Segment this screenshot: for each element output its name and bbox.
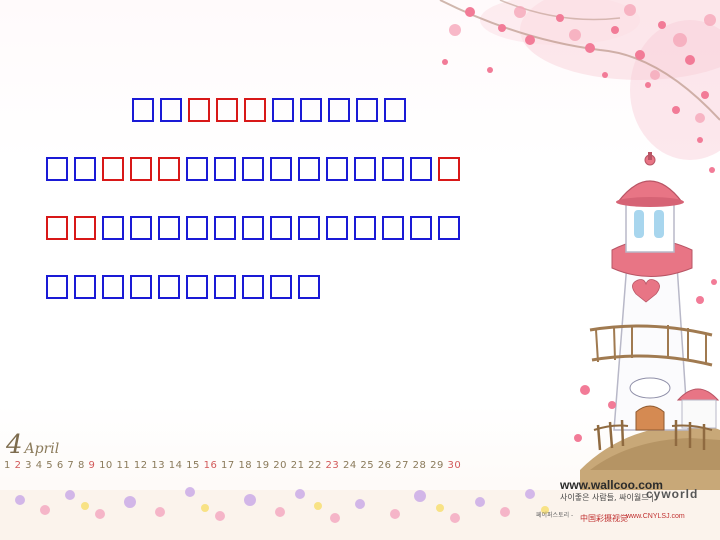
blue-glyph-box xyxy=(356,98,378,122)
blue-glyph-box xyxy=(354,216,376,240)
text-line xyxy=(46,157,516,191)
blue-glyph-box xyxy=(326,157,348,181)
blue-glyph-box xyxy=(354,157,376,181)
blue-glyph-box xyxy=(300,98,322,122)
red-glyph-box xyxy=(158,157,180,181)
blue-glyph-box xyxy=(214,216,236,240)
blue-glyph-box xyxy=(270,275,292,299)
blue-glyph-box xyxy=(298,275,320,299)
blue-glyph-box xyxy=(382,157,404,181)
calendar-month: 4 April xyxy=(6,430,59,460)
blue-glyph-box xyxy=(130,275,152,299)
text-line xyxy=(46,216,516,250)
blue-glyph-box xyxy=(384,98,406,122)
blue-glyph-box xyxy=(186,157,208,181)
blue-glyph-box xyxy=(46,157,68,181)
watermark-korean-line: 사이좋은 사람들, 싸이월드 | xyxy=(560,493,654,502)
blue-glyph-box xyxy=(186,216,208,240)
red-glyph-box xyxy=(188,98,210,122)
blue-glyph-box xyxy=(382,216,404,240)
blue-glyph-box xyxy=(214,157,236,181)
blue-glyph-box xyxy=(328,98,350,122)
blue-glyph-box xyxy=(410,216,432,240)
red-glyph-box xyxy=(74,216,96,240)
watermark-chinese: 中国彩摄视觉 xyxy=(580,514,628,523)
blue-glyph-box xyxy=(74,157,96,181)
blue-glyph-box xyxy=(410,157,432,181)
text-line xyxy=(46,275,516,309)
red-glyph-box xyxy=(102,157,124,181)
blue-glyph-box xyxy=(298,157,320,181)
april-calendar: 4 April 1 2 3 4 5 6 7 8 9 10 11 12 13 14 … xyxy=(0,430,461,475)
blue-glyph-box xyxy=(158,275,180,299)
blue-glyph-box xyxy=(102,216,124,240)
red-glyph-box xyxy=(46,216,68,240)
blue-glyph-box xyxy=(132,98,154,122)
blue-glyph-box xyxy=(326,216,348,240)
blue-glyph-box xyxy=(186,275,208,299)
watermark-url: www.CNYLSJ.com xyxy=(626,513,685,520)
blue-glyph-box xyxy=(102,275,124,299)
blue-glyph-box xyxy=(270,157,292,181)
blue-glyph-box xyxy=(272,98,294,122)
red-glyph-box xyxy=(216,98,238,122)
red-glyph-box xyxy=(438,157,460,181)
text-line xyxy=(46,98,516,132)
blue-glyph-box xyxy=(242,157,264,181)
blue-glyph-box xyxy=(160,98,182,122)
watermark-korean-small: 페이퍼스토리 - xyxy=(536,512,574,519)
calendar-month-name: April xyxy=(24,441,60,457)
lighthouse xyxy=(574,152,720,500)
blue-glyph-box xyxy=(242,216,264,240)
blue-glyph-box xyxy=(130,216,152,240)
watermark-brand: cyworld xyxy=(646,487,699,501)
calendar-month-number: 4 xyxy=(6,430,23,460)
blue-glyph-box xyxy=(158,216,180,240)
red-glyph-box xyxy=(244,98,266,122)
blue-glyph-box xyxy=(438,216,460,240)
blue-glyph-box xyxy=(242,275,264,299)
blue-glyph-box xyxy=(298,216,320,240)
blue-glyph-box xyxy=(270,216,292,240)
slide: 4 April 1 2 3 4 5 6 7 8 9 10 11 12 13 14 … xyxy=(0,0,720,540)
blue-glyph-box xyxy=(46,275,68,299)
main-text-block xyxy=(46,98,516,334)
red-glyph-box xyxy=(130,157,152,181)
blue-glyph-box xyxy=(214,275,236,299)
blue-glyph-box xyxy=(74,275,96,299)
